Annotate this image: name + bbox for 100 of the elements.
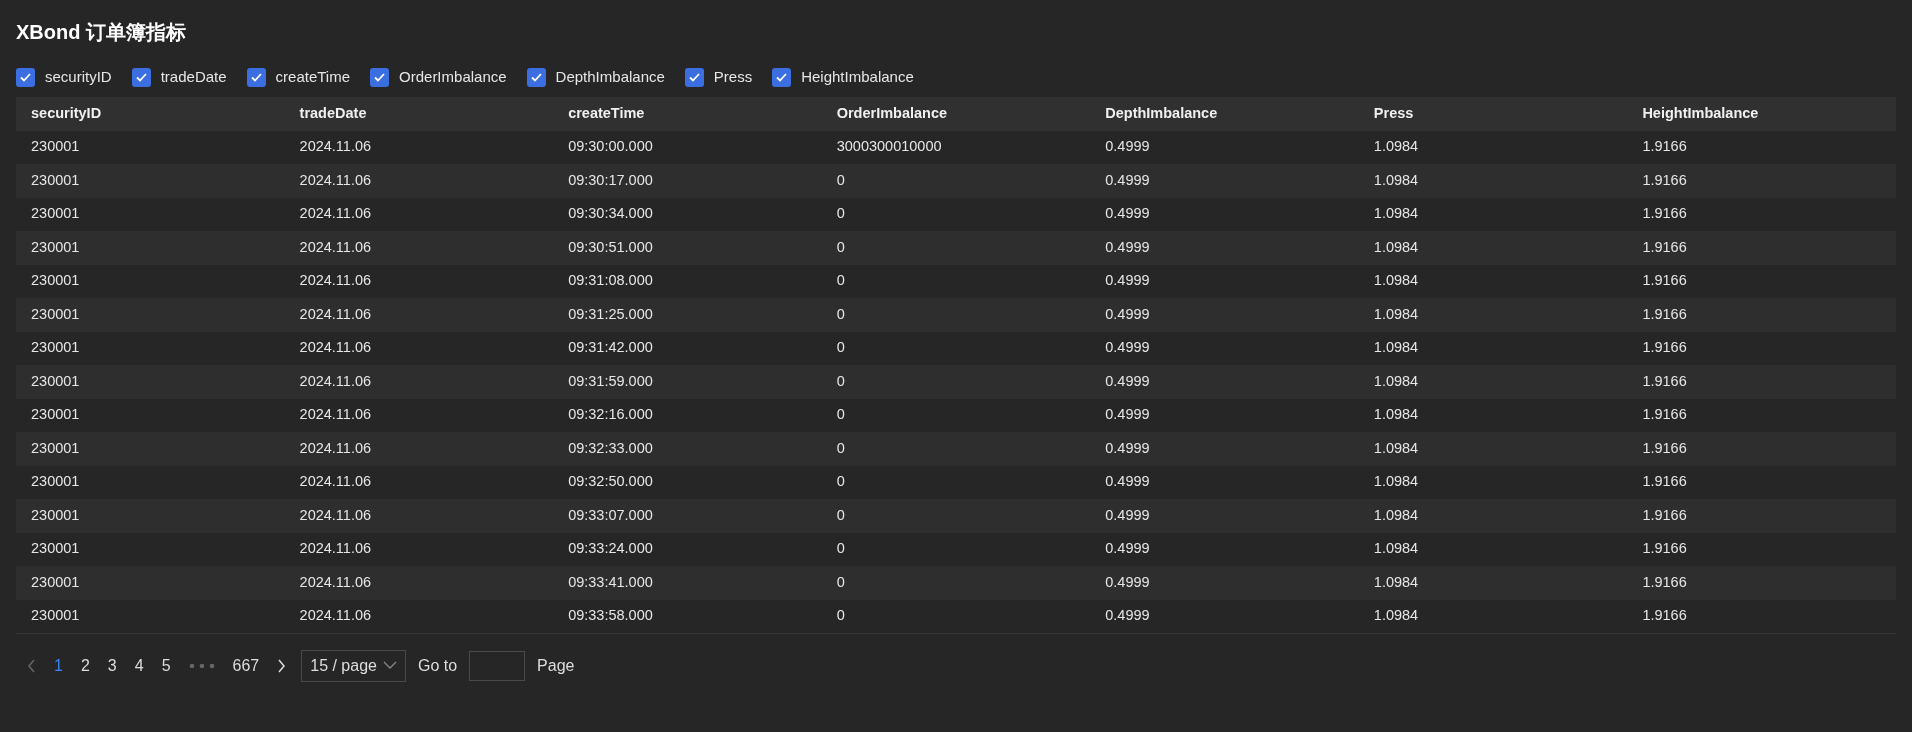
table-cell: 1.9166 xyxy=(1627,231,1896,265)
table-cell: 2024.11.06 xyxy=(284,164,554,198)
table-cell: 1.9166 xyxy=(1627,298,1896,332)
table-cell: 1.9166 xyxy=(1627,432,1896,466)
table-cell: 09:31:08.000 xyxy=(553,264,822,298)
page-link[interactable]: 3 xyxy=(100,653,124,678)
table-cell: 0 xyxy=(821,499,1091,533)
table-cell: 0.4999 xyxy=(1090,130,1359,164)
table-cell: 1.0984 xyxy=(1358,432,1628,466)
table-cell: 1.9166 xyxy=(1627,398,1896,432)
table-cell: 0.4999 xyxy=(1090,331,1359,365)
table-cell: 1.9166 xyxy=(1627,264,1896,298)
checkbox[interactable] xyxy=(370,67,390,87)
page-link[interactable]: 667 xyxy=(225,653,267,678)
table-cell: 0.4999 xyxy=(1090,499,1359,533)
column-toggle[interactable]: createTime xyxy=(246,66,351,89)
table-cell: 230001 xyxy=(16,365,285,399)
table-cell: 0 xyxy=(821,164,1091,198)
table-cell: 0.4999 xyxy=(1090,566,1359,600)
table-cell: 1.0984 xyxy=(1358,365,1628,399)
table-cell: 1.9166 xyxy=(1627,599,1896,633)
table-cell: 230001 xyxy=(16,398,285,432)
column-toggle[interactable]: DepthImbalance xyxy=(526,66,665,89)
table-cell: 2024.11.06 xyxy=(284,331,554,365)
page-label: Page xyxy=(537,655,575,676)
table-cell: 1.9166 xyxy=(1627,164,1896,198)
table-cell: 230001 xyxy=(16,499,285,533)
page-size-select[interactable]: 15 / page xyxy=(301,649,406,682)
table-cell: 2024.11.06 xyxy=(284,365,554,399)
table-cell: 09:30:00.000 xyxy=(553,130,822,164)
table-cell: 1.0984 xyxy=(1358,164,1628,198)
table-cell: 230001 xyxy=(16,566,285,600)
checkbox[interactable] xyxy=(131,67,151,87)
table-cell: 2024.11.06 xyxy=(284,231,554,265)
column-header: createTime xyxy=(553,96,822,131)
column-toggle[interactable]: securityID xyxy=(16,66,112,89)
table-cell: 0.4999 xyxy=(1090,264,1359,298)
table-cell: 230001 xyxy=(16,130,285,164)
checkbox[interactable] xyxy=(684,67,704,87)
table-cell: 09:30:34.000 xyxy=(553,197,822,231)
checkbox[interactable] xyxy=(16,67,35,87)
page-input[interactable] xyxy=(469,650,526,681)
table-cell: 1.0984 xyxy=(1358,331,1628,365)
page-title: XBond 订单簿指标 xyxy=(16,20,187,44)
column-toggle[interactable]: HeightImbalance xyxy=(772,66,914,89)
page-link[interactable]: 1 xyxy=(47,653,70,678)
table-cell: 0.4999 xyxy=(1090,365,1359,399)
table-cell: 230001 xyxy=(16,231,285,265)
table-cell: 230001 xyxy=(16,298,285,332)
table-cell: 0 xyxy=(821,398,1091,432)
table-cell: 09:31:59.000 xyxy=(553,365,822,399)
table-cell: 0 xyxy=(821,298,1091,332)
table-cell: 0.4999 xyxy=(1090,231,1359,265)
table-cell: 09:32:33.000 xyxy=(553,432,822,466)
table-cell: 230001 xyxy=(16,432,285,466)
table-cell: 1.0984 xyxy=(1358,398,1628,432)
table-cell: 1.0984 xyxy=(1358,465,1628,499)
table-cell: 2024.11.06 xyxy=(284,130,554,164)
table-cell: 0 xyxy=(821,264,1091,298)
goto-label: Go to xyxy=(417,655,458,676)
chevron-down-icon xyxy=(382,661,397,670)
checkbox[interactable] xyxy=(772,67,792,87)
checkbox[interactable] xyxy=(526,67,546,87)
table-cell: 1.0984 xyxy=(1358,197,1628,231)
table-cell: 0 xyxy=(821,365,1091,399)
table-cell: 0.4999 xyxy=(1090,298,1359,332)
table-cell: 2024.11.06 xyxy=(284,197,554,231)
column-toggle[interactable]: tradeDate xyxy=(131,66,227,89)
column-toggle[interactable]: Press xyxy=(684,66,753,89)
table-cell: 1.0984 xyxy=(1358,532,1628,566)
table-cell: 09:31:42.000 xyxy=(553,331,822,365)
page-link[interactable]: 2 xyxy=(73,653,97,678)
checkbox[interactable] xyxy=(246,67,266,87)
table-cell: 230001 xyxy=(16,599,285,633)
page-link[interactable]: 5 xyxy=(154,653,178,678)
table-cell: 09:33:07.000 xyxy=(553,499,822,533)
table-cell: 0.4999 xyxy=(1090,465,1359,499)
table-cell: 1.0984 xyxy=(1358,298,1628,332)
table-cell: 2024.11.06 xyxy=(284,599,554,633)
table-cell: 09:30:17.000 xyxy=(553,164,822,198)
table-cell: 1.9166 xyxy=(1627,465,1896,499)
table-cell: 09:32:50.000 xyxy=(553,465,822,499)
column-header: securityID xyxy=(16,96,285,131)
table-cell: 0 xyxy=(821,532,1091,566)
column-header: OrderImbalance xyxy=(821,96,1091,131)
table-cell: 0 xyxy=(821,465,1091,499)
table-cell: 3000300010000 xyxy=(821,130,1091,164)
table-cell: 0 xyxy=(821,331,1091,365)
table-cell: 1.9166 xyxy=(1627,499,1896,533)
page-link[interactable]: 4 xyxy=(127,653,151,678)
table-cell: 09:33:41.000 xyxy=(553,566,822,600)
table-cell: 2024.11.06 xyxy=(284,398,554,432)
table-cell: 230001 xyxy=(16,197,285,231)
column-header: DepthImbalance xyxy=(1090,96,1359,131)
table-cell: 0.4999 xyxy=(1090,197,1359,231)
table-cell: 0.4999 xyxy=(1090,164,1359,198)
table-cell: 1.9166 xyxy=(1627,566,1896,600)
table-cell: 230001 xyxy=(16,465,285,499)
column-toggle[interactable]: OrderImbalance xyxy=(370,66,507,89)
table-cell: 2024.11.06 xyxy=(284,432,554,466)
